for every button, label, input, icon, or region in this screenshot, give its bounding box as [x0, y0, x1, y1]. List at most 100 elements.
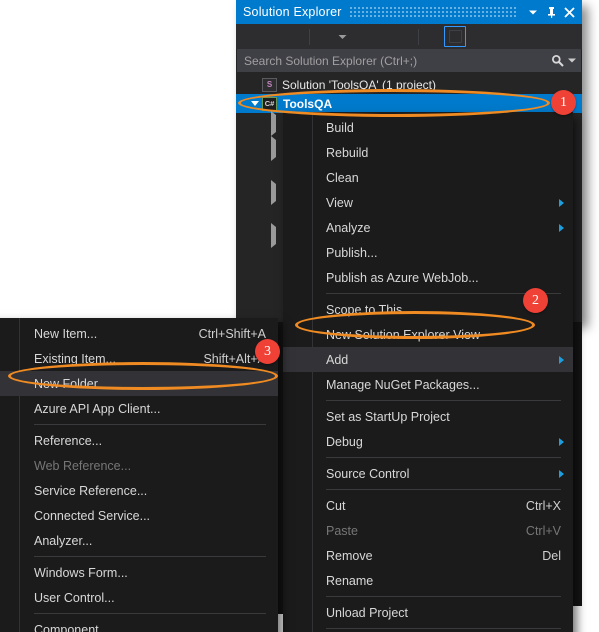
refresh-icon[interactable]: [349, 26, 371, 47]
menu-item-label: Remove: [326, 548, 373, 563]
tree-expander-child-1[interactable]: [271, 111, 276, 136]
chevron-down-icon[interactable]: [524, 2, 542, 22]
menu-item-label: Set as StartUp Project: [326, 409, 450, 424]
toolbar-dropdown-caret-icon[interactable]: [335, 26, 349, 47]
menu-item-source-control[interactable]: Source Control: [283, 461, 573, 486]
tree-expander-child-4[interactable]: [271, 223, 276, 248]
search-icon[interactable]: [551, 54, 564, 67]
menu-item-clean[interactable]: Clean: [283, 165, 573, 190]
submenu-arrow-icon: [559, 469, 564, 478]
menu-item-label: Debug: [326, 434, 363, 449]
menu-item-publish[interactable]: Publish...: [283, 240, 573, 265]
menu-item-label: Web Reference...: [34, 458, 132, 473]
toolbar-separator-2: [418, 28, 419, 45]
menu-item-label: Rebuild: [326, 145, 369, 160]
menu-item-unload-project[interactable]: Unload Project: [283, 600, 573, 625]
submenu-arrow-icon: [559, 198, 564, 207]
menu-item-remove[interactable]: Remove Del: [283, 543, 573, 568]
menu-item-label: Rename: [326, 573, 374, 588]
menu-item-label: Add: [326, 352, 349, 367]
menu-item-view[interactable]: View: [283, 190, 573, 215]
collapse-all-icon[interactable]: [371, 26, 393, 47]
annotation-badge-3: 3: [255, 339, 280, 364]
menu-item-analyzer[interactable]: Analyzer...: [0, 528, 278, 553]
solution-explorer-toolbar: [236, 24, 582, 49]
menu-item-label: New Item...: [34, 326, 98, 341]
menu-item-accelerator: Del: [542, 548, 561, 563]
menu-item-manage-nuget-packages[interactable]: Manage NuGet Packages...: [283, 372, 573, 397]
menu-separator: [34, 613, 266, 614]
tree-row-project-toolsqa[interactable]: C# ToolsQA: [236, 94, 582, 113]
menu-separator: [326, 400, 561, 401]
menu-item-label: Windows Form...: [34, 565, 128, 580]
menu-item-new-solution-explorer-view[interactable]: New Solution Explorer View: [283, 322, 573, 347]
submenu-arrow-icon: [559, 223, 564, 232]
solution-explorer-titlebar: Solution Explorer: [236, 0, 582, 24]
csharp-project-icon: C#: [262, 96, 277, 111]
menu-item-build[interactable]: Build: [283, 115, 573, 140]
titlebar-drag-dots[interactable]: [349, 7, 516, 17]
menu-item-label: Analyze: [326, 220, 371, 235]
tree-row-solution[interactable]: S Solution 'ToolsQA' (1 project): [236, 75, 582, 94]
menu-item-user-control[interactable]: User Control...: [0, 585, 278, 610]
tree-label-project: ToolsQA: [283, 96, 333, 111]
menu-item-component[interactable]: Component...: [0, 617, 278, 632]
menu-item-connected-service[interactable]: Connected Service...: [0, 503, 278, 528]
menu-item-label: Connected Service...: [34, 508, 151, 523]
screenshot-root: Solution Explorer Search Solution Explor…: [0, 0, 599, 632]
add-submenu[interactable]: New Item... Ctrl+Shift+A Existing Item...…: [0, 318, 278, 632]
project-context-menu[interactable]: Build Rebuild Clean View Analyze Publish…: [283, 112, 573, 632]
window-title: Solution Explorer: [243, 5, 342, 19]
menu-item-windows-form[interactable]: Windows Form...: [0, 560, 278, 585]
menu-item-web-reference: Web Reference...: [0, 453, 278, 478]
menu-item-rebuild[interactable]: Rebuild: [283, 140, 573, 165]
menu-item-analyze[interactable]: Analyze: [283, 215, 573, 240]
menu-item-publish-azure-webjob[interactable]: Publish as Azure WebJob...: [283, 265, 573, 290]
search-dropdown-caret-icon[interactable]: [568, 56, 576, 65]
close-icon[interactable]: [560, 2, 578, 22]
pin-icon[interactable]: [542, 2, 560, 22]
pending-changes-icon[interactable]: [313, 26, 335, 47]
menu-item-label: Existing Item...: [34, 351, 116, 366]
menu-separator: [326, 628, 561, 629]
tree-expander-expanded-icon[interactable]: [248, 101, 262, 106]
menu-item-label: View: [326, 195, 353, 210]
menu-item-label: Source Control: [326, 466, 410, 481]
menu-item-rename[interactable]: Rename: [283, 568, 573, 593]
annotation-badge-1: 1: [551, 90, 576, 115]
menu-item-label: Manage NuGet Packages...: [326, 377, 480, 392]
submenu-arrow-icon: [559, 355, 564, 364]
menu-item-reference[interactable]: Reference...: [0, 428, 278, 453]
menu-item-cut[interactable]: Cut Ctrl+X: [283, 493, 573, 518]
preview-selected-items-button[interactable]: [444, 26, 466, 47]
properties-icon[interactable]: [422, 26, 444, 47]
tree-expander-child-2[interactable]: [271, 136, 276, 161]
tree-expander-child-3[interactable]: [271, 180, 276, 205]
menu-item-set-as-startup-project[interactable]: Set as StartUp Project: [283, 404, 573, 429]
menu-item-new-folder[interactable]: New Folder: [0, 371, 278, 396]
menu-item-label: Publish as Azure WebJob...: [326, 270, 479, 285]
show-all-files-icon[interactable]: [393, 26, 415, 47]
menu-item-label: Azure API App Client...: [34, 401, 161, 416]
menu-item-existing-item[interactable]: Existing Item... Shift+Alt+A: [0, 346, 278, 371]
menu-item-debug[interactable]: Debug: [283, 429, 573, 454]
search-input[interactable]: Search Solution Explorer (Ctrl+;): [237, 49, 581, 72]
menu-item-new-item[interactable]: New Item... Ctrl+Shift+A: [0, 321, 278, 346]
toolbar-separator-1: [309, 28, 310, 45]
menu-separator: [326, 596, 561, 597]
solution-icon: S: [262, 77, 277, 92]
preview-square-icon: [448, 30, 462, 43]
menu-item-label: Analyzer...: [34, 533, 93, 548]
menu-item-service-reference[interactable]: Service Reference...: [0, 478, 278, 503]
menu-item-label: Scope to This: [326, 302, 403, 317]
menu-item-label: Paste: [326, 523, 358, 538]
menu-item-paste: Paste Ctrl+V: [283, 518, 573, 543]
menu-item-accelerator: Shift+Alt+A: [203, 351, 266, 366]
menu-item-label: Publish...: [326, 245, 378, 260]
menu-separator: [34, 556, 266, 557]
forward-icon[interactable]: [262, 26, 284, 47]
back-icon[interactable]: [240, 26, 262, 47]
menu-item-add[interactable]: Add: [283, 347, 573, 372]
menu-item-azure-api-app-client[interactable]: Azure API App Client...: [0, 396, 278, 421]
home-icon[interactable]: [284, 26, 306, 47]
